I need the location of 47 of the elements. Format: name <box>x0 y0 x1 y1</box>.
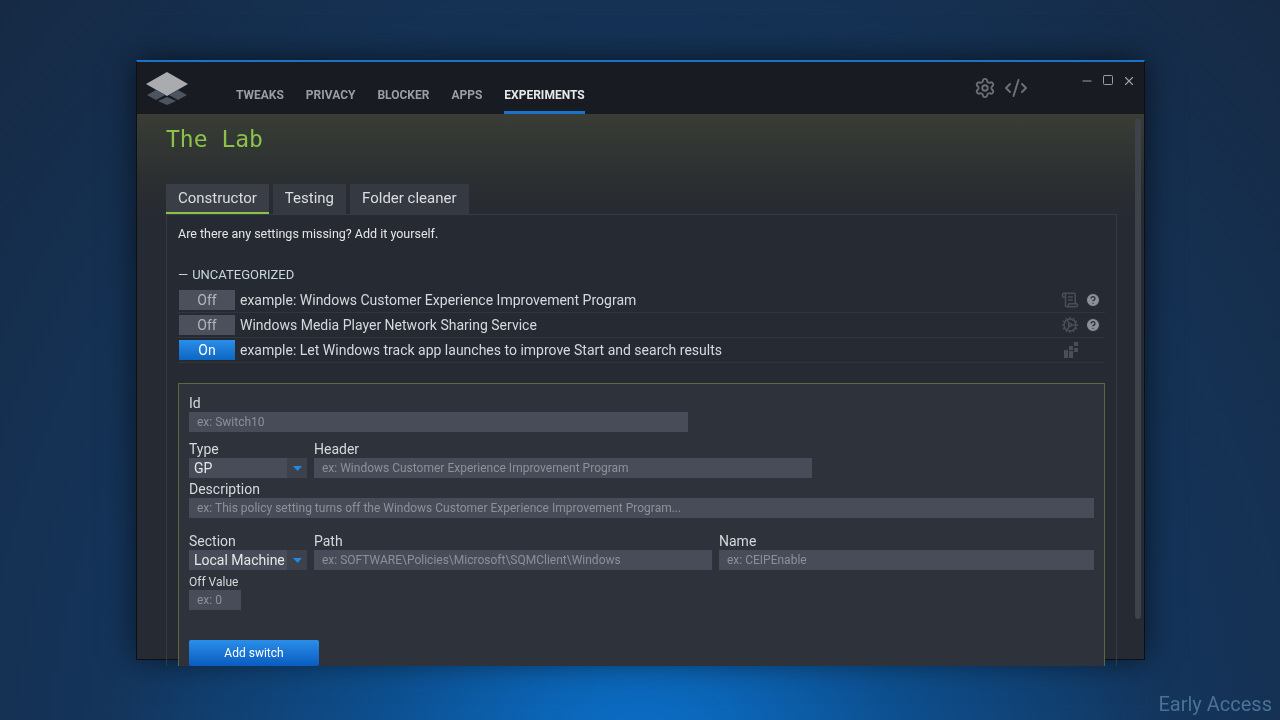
text-field[interactable]: ex: Switch10 <box>189 412 688 433</box>
category-header[interactable]: — UNCATEGORIZED <box>178 264 295 285</box>
field-label: Section <box>189 532 237 551</box>
tab[interactable]: Constructor <box>166 184 269 214</box>
help-icon[interactable] <box>1085 317 1101 334</box>
dropdown[interactable]: GP <box>189 458 307 479</box>
text-field[interactable]: ex: CEIPEnable <box>719 550 1094 571</box>
page-title: The Lab <box>166 125 263 154</box>
toggle-switch[interactable]: Off <box>179 315 235 336</box>
field-label: Name <box>719 532 758 551</box>
field-label: Header <box>314 440 361 459</box>
add-switch-button[interactable]: Add switch <box>189 640 319 667</box>
field-label: Path <box>314 532 344 551</box>
blocks-icon <box>1063 342 1079 359</box>
switch-label: Windows Media Player Network Sharing Service <box>240 315 537 335</box>
switch-label: example: Windows Customer Experience Improvement Program <box>240 290 637 310</box>
scrollbar[interactable] <box>1135 119 1141 619</box>
field-label: Type <box>189 440 220 459</box>
switch-label: example: Let Windows track app launches to improve Start and search results <box>240 340 722 360</box>
text-field[interactable]: ex: SOFTWARE\Policies\Microsoft\SQMClient\Windows <box>314 550 712 571</box>
nav-tab[interactable]: BLOCKER <box>377 62 430 114</box>
maximize-icon[interactable] <box>1102 74 1114 86</box>
dropdown-arrow-icon <box>292 557 302 563</box>
text-field[interactable]: ex: 0 <box>189 590 241 611</box>
settings-icon[interactable] <box>974 77 996 99</box>
close-icon[interactable] <box>1122 74 1136 88</box>
dropdown[interactable]: Local Machine <box>189 550 307 571</box>
text-field[interactable]: ex: This policy setting turns off the Windows Customer Experience Improvement Program... <box>189 498 1094 519</box>
dropdown-arrow-icon <box>292 465 302 471</box>
nav-tab[interactable]: PRIVACY <box>305 62 356 114</box>
nav-tab[interactable]: APPS <box>451 62 483 114</box>
toggle-switch[interactable]: On <box>179 340 235 361</box>
intro-text: Are there any settings missing? Add it yourself. <box>178 225 439 243</box>
text-field[interactable]: ex: Windows Customer Experience Improvement Program <box>314 458 812 479</box>
tab[interactable]: Folder cleaner <box>350 184 469 214</box>
nav-tab[interactable]: TWEAKS <box>236 62 284 114</box>
help-icon[interactable] <box>1085 292 1101 309</box>
gears-icon <box>1061 316 1079 335</box>
tab[interactable]: Testing <box>272 184 347 214</box>
logo-icon <box>144 70 190 106</box>
field-label: Off Value <box>189 574 240 591</box>
code-icon[interactable] <box>1004 76 1028 100</box>
early-access-label: Early Access <box>1158 691 1272 718</box>
toggle-switch[interactable]: Off <box>179 290 235 311</box>
field-label: Id <box>189 394 202 413</box>
scroll-icon <box>1061 291 1079 310</box>
field-label: Description <box>189 480 261 499</box>
